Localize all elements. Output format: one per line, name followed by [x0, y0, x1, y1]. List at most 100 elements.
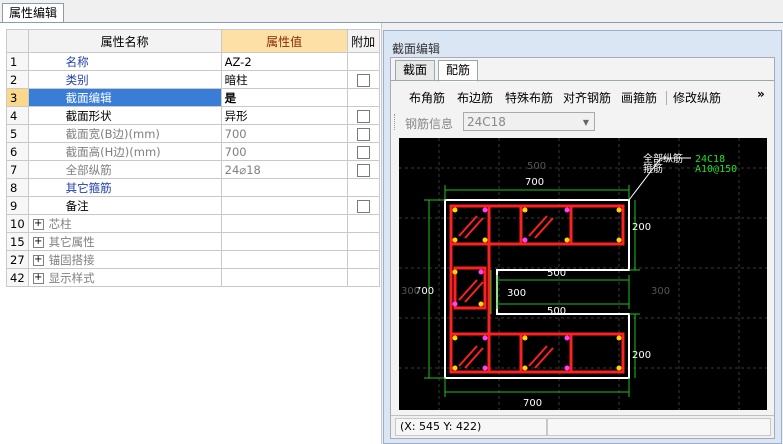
edge-rebar-button[interactable]: 布边筋 — [457, 89, 493, 106]
row-number: 2 — [6, 70, 29, 89]
table-row[interactable]: 3 截面编辑 是 — [6, 88, 380, 107]
table-row[interactable]: 6 截面高(H边)(mm) 700 — [6, 142, 380, 161]
dim-label-lower-opening: 500 — [547, 306, 566, 317]
dim-label-top-flange: 200 — [632, 222, 651, 233]
row-number: 3 — [6, 88, 29, 107]
row-number: 4 — [6, 106, 29, 125]
callout-label-stirrup: 箍筋 — [643, 162, 663, 175]
extra-cell — [346, 214, 380, 233]
property-name: 类别 — [65, 72, 89, 87]
section-drawing-canvas[interactable]: 全部纵筋 箍筋 24C18 A10@150 500 700 200 500 30… — [399, 138, 767, 410]
table-row[interactable]: 15 + 其它属性 — [6, 232, 380, 251]
property-name-cell[interactable]: + 锚固搭接 — [27, 250, 222, 269]
property-value-cell[interactable]: AZ-2 — [220, 52, 348, 71]
property-value-cell[interactable] — [220, 196, 348, 215]
extra-cell[interactable] — [346, 196, 380, 215]
expand-plus-icon[interactable]: + — [32, 218, 44, 230]
property-name-cell[interactable]: + 显示样式 — [27, 268, 222, 287]
table-row[interactable]: 2 类别 暗柱 — [6, 70, 380, 89]
property-name-cell[interactable]: 其它箍筋 — [27, 178, 222, 197]
align-rebar-button[interactable]: 对齐钢筋 — [563, 89, 611, 106]
property-value-cell[interactable] — [220, 214, 348, 233]
property-value-cell[interactable]: 700 — [220, 142, 348, 161]
property-name-cell[interactable]: 截面编辑 — [27, 88, 222, 107]
rebar-toolbar: 布角筋 布边筋 特殊布筋 对齐钢筋 画箍筋 修改纵筋 » — [395, 86, 769, 108]
extra-header[interactable]: 附加 — [346, 29, 380, 53]
property-name: 截面宽(B边)(mm) — [65, 126, 160, 141]
property-name-cell[interactable]: 全部纵筋 — [27, 160, 222, 179]
property-name: 芯柱 — [48, 216, 72, 231]
draw-stirrup-button[interactable]: 画箍筋 — [621, 89, 657, 106]
modify-longitudinal-button[interactable]: 修改纵筋 — [673, 89, 721, 106]
property-value-cell[interactable] — [220, 268, 348, 287]
extra-checkbox[interactable] — [356, 145, 370, 159]
property-value-cell[interactable] — [220, 178, 348, 197]
toolbar-overflow-icon[interactable]: » — [757, 87, 765, 101]
extra-cell — [346, 52, 380, 71]
table-row[interactable]: 7 全部纵筋 24⌀18 — [6, 160, 380, 179]
table-row[interactable]: 8 其它箍筋 — [6, 178, 380, 197]
extra-cell — [346, 250, 380, 269]
property-name: 其它属性 — [48, 234, 95, 249]
expand-plus-icon[interactable]: + — [32, 254, 44, 266]
property-name-header[interactable]: 属性名称 — [27, 29, 222, 53]
property-name: 其它箍筋 — [65, 180, 112, 195]
table-row[interactable]: 10 + 芯柱 — [6, 214, 380, 233]
expand-plus-icon[interactable]: + — [32, 272, 44, 284]
property-name: 截面编辑 — [65, 90, 112, 105]
row-number: 42 — [6, 268, 29, 287]
extra-checkbox[interactable] — [356, 73, 370, 87]
extra-checkbox[interactable] — [356, 127, 370, 141]
property-name: 全部纵筋 — [65, 162, 112, 177]
property-value-header[interactable]: 属性值 — [220, 29, 348, 53]
section-editor-panel: 截面编辑 截面 配筋 布角筋 布边筋 特殊布筋 对齐钢筋 画箍筋 修改纵筋 » … — [383, 30, 782, 444]
extra-cell[interactable] — [346, 124, 380, 143]
property-name-cell[interactable]: 备注 — [27, 196, 222, 215]
extra-cell[interactable] — [346, 142, 380, 161]
extra-cell[interactable] — [346, 106, 380, 125]
property-value-cell[interactable]: 是 — [220, 88, 348, 107]
table-row[interactable]: 27 + 锚固搭接 — [6, 250, 380, 269]
toolbar-grip[interactable] — [394, 114, 398, 130]
property-name-cell[interactable]: 截面宽(B边)(mm) — [27, 124, 222, 143]
property-value-cell[interactable]: 700 — [220, 124, 348, 143]
property-value-cell[interactable]: 暗柱 — [220, 70, 348, 89]
special-rebar-button[interactable]: 特殊布筋 — [505, 89, 553, 106]
tab-section[interactable]: 截面 — [395, 60, 436, 81]
expand-plus-icon[interactable]: + — [32, 236, 44, 248]
property-name-cell[interactable]: 名称 — [27, 52, 222, 71]
property-name-cell[interactable]: + 芯柱 — [27, 214, 222, 233]
property-name-cell[interactable]: 类别 — [27, 70, 222, 89]
property-name-cell[interactable]: 截面高(H边)(mm) — [27, 142, 222, 161]
row-number: 10 — [6, 214, 29, 233]
property-name: 备注 — [65, 198, 89, 213]
table-row[interactable]: 1 名称 AZ-2 — [6, 52, 380, 71]
extra-cell[interactable] — [346, 70, 380, 89]
tab-rebar[interactable]: 配筋 — [438, 60, 479, 82]
property-editor-tab[interactable]: 属性编辑 — [2, 3, 65, 23]
property-value-cell[interactable]: 24⌀18 — [220, 160, 348, 179]
corner-rebar-button[interactable]: 布角筋 — [409, 89, 445, 106]
extra-checkbox[interactable] — [356, 109, 370, 123]
property-name: 锚固搭接 — [48, 252, 95, 267]
property-value-cell[interactable]: 异形 — [220, 106, 348, 125]
table-row[interactable]: 42 + 显示样式 — [6, 268, 380, 287]
property-name-cell[interactable]: 截面形状 — [27, 106, 222, 125]
extra-cell[interactable] — [346, 160, 380, 179]
extra-checkbox[interactable] — [356, 199, 370, 213]
property-name: 截面形状 — [65, 108, 112, 123]
rebar-info-select[interactable]: 24C18 ▼ — [463, 112, 595, 131]
extra-cell — [346, 268, 380, 287]
property-name: 显示样式 — [48, 270, 95, 285]
extra-cell — [346, 88, 380, 107]
property-value-cell[interactable] — [220, 250, 348, 269]
table-row[interactable]: 9 备注 — [6, 196, 380, 215]
table-row[interactable]: 5 截面宽(B边)(mm) 700 — [6, 124, 380, 143]
table-row[interactable]: 4 截面形状 异形 — [6, 106, 380, 125]
property-name-cell[interactable]: + 其它属性 — [27, 232, 222, 251]
section-editor-body: 截面 配筋 布角筋 布边筋 特殊布筋 对齐钢筋 画箍筋 修改纵筋 » 钢筋信息 … — [390, 57, 775, 439]
extra-checkbox[interactable] — [356, 163, 370, 177]
chevron-down-icon: ▼ — [582, 118, 589, 127]
property-value-cell[interactable] — [220, 232, 348, 251]
property-panel: 属性名称 属性值 附加 1 名称 AZ-2 2 类别 暗柱 3 截面编辑 是 4 截面形状 异形 5 截面… — [0, 23, 382, 444]
